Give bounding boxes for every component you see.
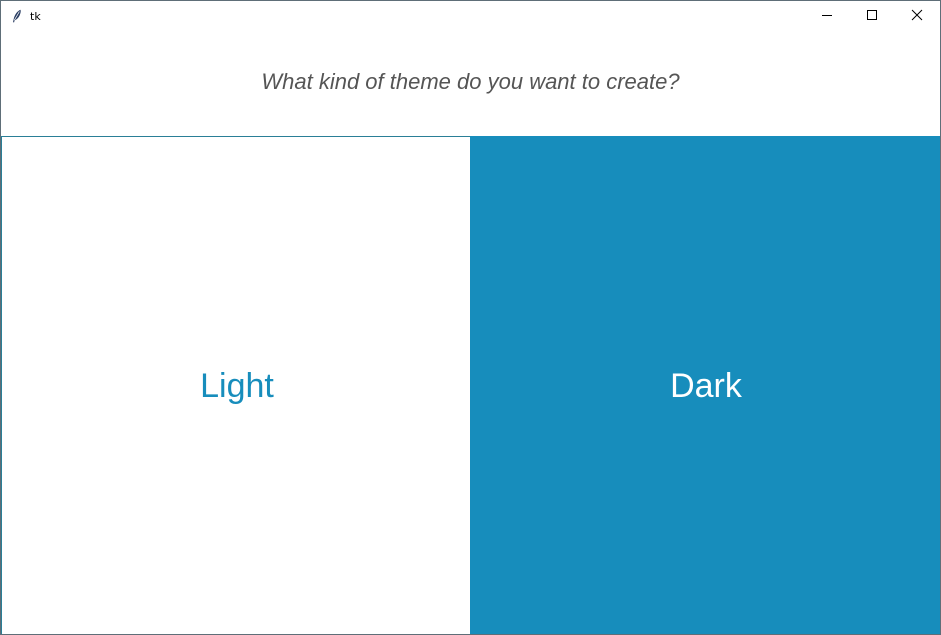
close-icon (911, 8, 923, 26)
maximize-icon (866, 8, 878, 26)
light-theme-label: Light (200, 366, 274, 405)
window-title: tk (30, 10, 41, 23)
prompt-area: What kind of theme do you want to create… (1, 32, 940, 136)
dark-theme-button[interactable]: Dark (470, 136, 940, 634)
close-button[interactable] (894, 1, 939, 32)
dark-theme-label: Dark (670, 366, 742, 405)
title-bar[interactable]: tk (1, 1, 940, 32)
app-window: tk What kind of theme do you want to cre… (0, 0, 941, 635)
minimize-icon (821, 8, 833, 26)
maximize-button[interactable] (849, 1, 894, 32)
light-theme-button[interactable]: Light (1, 136, 470, 634)
minimize-button[interactable] (804, 1, 849, 32)
theme-question: What kind of theme do you want to create… (261, 69, 680, 94)
tk-feather-icon (11, 9, 23, 23)
